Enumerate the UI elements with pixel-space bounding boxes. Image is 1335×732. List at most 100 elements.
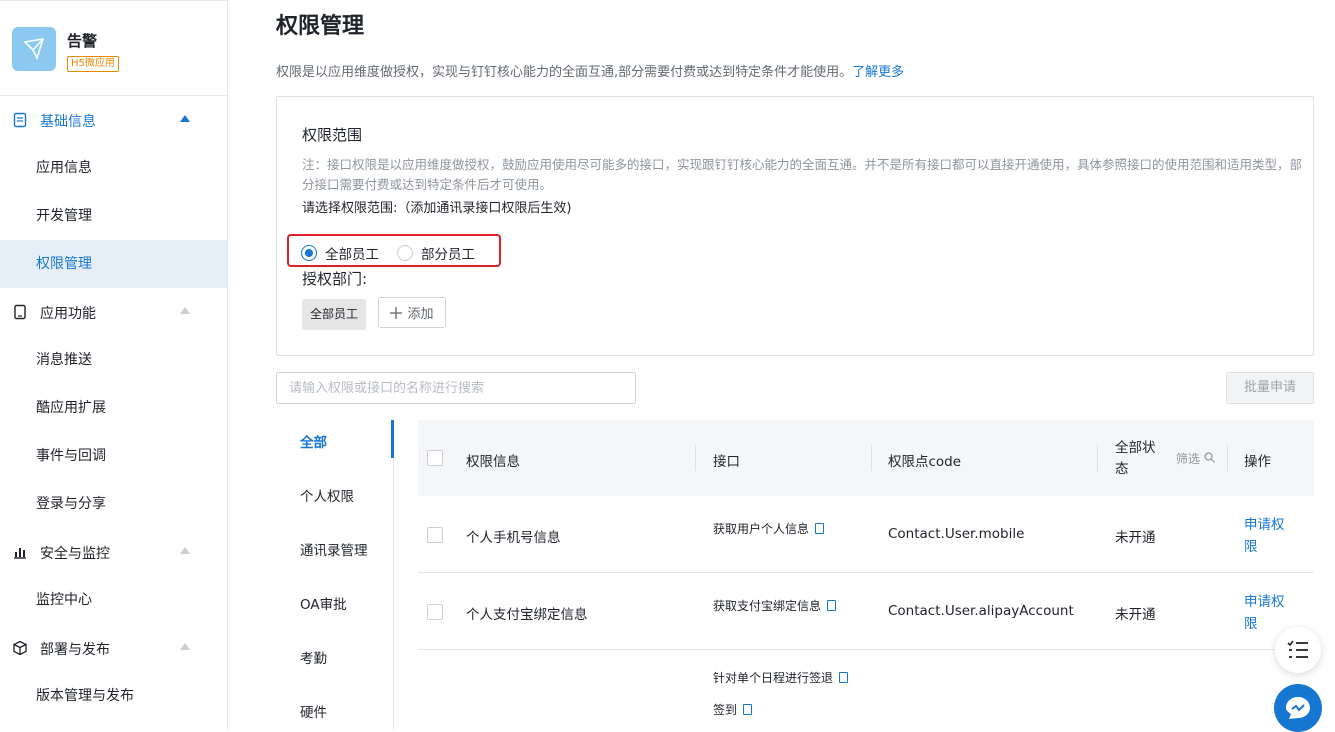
divider xyxy=(1227,445,1228,471)
permission-table: 权限信息 接口 权限点code 全部状态 筛选 操作 个人手机号信息 获取用户个… xyxy=(418,420,1314,730)
sidebar: 告警 H5微应用 基础信息 应用信息 开发管理 权限管理 应用功能 消息推送 酷… xyxy=(0,0,228,730)
search-input[interactable] xyxy=(276,372,636,404)
permission-scope-panel: 权限范围 注：接口权限是以应用维度做授权，鼓励应用使用尽可能多的接口，实现跟钉钉… xyxy=(276,96,1314,356)
learn-more-link[interactable]: 了解更多 xyxy=(852,65,904,80)
th-action: 操作 xyxy=(1244,454,1271,470)
sidebar-item-events[interactable]: 事件与回调 xyxy=(0,432,227,480)
category-oa[interactable]: OA审批 xyxy=(300,593,347,613)
nav-group-label: 基础信息 xyxy=(40,114,96,130)
add-label: 添加 xyxy=(407,307,434,322)
category-list: 全部 个人权限 通讯录管理 OA审批 考勤 硬件 xyxy=(276,420,394,730)
filter-label: 筛选 xyxy=(1176,452,1201,466)
chevron-up-icon xyxy=(180,307,190,314)
category-attendance[interactable]: 考勤 xyxy=(300,647,327,667)
sidebar-item-push[interactable]: 消息推送 xyxy=(0,336,227,384)
sidebar-item-permissions[interactable]: 权限管理 xyxy=(0,240,227,288)
app-header: 告警 H5微应用 xyxy=(0,0,227,96)
th-status[interactable]: 全部状态 xyxy=(1115,438,1161,480)
doc-icon[interactable] xyxy=(743,704,753,715)
select-all-checkbox[interactable] xyxy=(427,450,443,466)
radio-partial-staff[interactable]: 部分员工 xyxy=(397,243,475,263)
auth-dept-label: 授权部门: xyxy=(302,270,368,288)
th-api: 接口 xyxy=(713,454,740,470)
th-info: 权限信息 xyxy=(466,454,520,470)
list-menu-button[interactable] xyxy=(1275,627,1321,673)
cell-api-2[interactable]: 签到 xyxy=(713,701,753,718)
sidebar-item-dev-manage[interactable]: 开发管理 xyxy=(0,192,227,240)
search-icon xyxy=(1204,452,1215,463)
page-title: 权限管理 xyxy=(276,14,365,39)
table-row: 针对单个日程进行签退 签到 xyxy=(418,650,1314,727)
app-type-badge: H5微应用 xyxy=(67,56,119,72)
cell-info: 个人手机号信息 xyxy=(466,530,561,546)
sidebar-item-monitor[interactable]: 监控中心 xyxy=(0,576,227,624)
cell-api[interactable]: 获取用户个人信息 xyxy=(713,520,825,537)
cell-status: 未开通 xyxy=(1115,607,1156,623)
plus-icon xyxy=(390,306,403,319)
nav-group-app-features[interactable]: 应用功能 xyxy=(0,288,227,336)
sidebar-item-versions[interactable]: 版本管理与发布 xyxy=(0,672,227,720)
sidebar-item-app-info[interactable]: 应用信息 xyxy=(0,144,227,192)
api-name: 获取支付宝绑定信息 xyxy=(713,599,822,613)
radio-label: 部分员工 xyxy=(421,247,475,263)
cell-code: Contact.User.alipayAccount xyxy=(888,603,1074,619)
dept-tag: 全部员工 xyxy=(302,299,366,330)
radio-circle xyxy=(301,245,317,261)
cell-info: 个人支付宝绑定信息 xyxy=(466,607,588,623)
status-filter[interactable]: 筛选 xyxy=(1176,450,1215,467)
batch-apply-button[interactable]: 批量申请 xyxy=(1226,372,1314,404)
row-checkbox[interactable] xyxy=(427,527,443,543)
cell-api[interactable]: 针对单个日程进行签退 xyxy=(713,669,849,686)
api-name: 签到 xyxy=(713,703,738,717)
table-row: 个人手机号信息 获取用户个人信息 Contact.User.mobile 未开通… xyxy=(418,496,1314,573)
radio-label: 全部员工 xyxy=(325,247,379,263)
apply-permission-link[interactable]: 申请权限 xyxy=(1244,514,1292,558)
table-header: 权限信息 接口 权限点code 全部状态 筛选 操作 xyxy=(418,420,1314,496)
doc-icon[interactable] xyxy=(815,523,825,534)
scope-title: 权限范围 xyxy=(302,126,363,144)
active-indicator xyxy=(391,420,394,458)
radio-all-staff[interactable]: 全部员工 xyxy=(301,243,379,263)
chat-icon xyxy=(1286,697,1310,719)
bar-chart-icon xyxy=(14,548,26,559)
list-icon xyxy=(1287,640,1308,658)
cube-icon xyxy=(13,640,27,656)
sidebar-item-cool-app[interactable]: 酷应用扩展 xyxy=(0,384,227,432)
category-all[interactable]: 全部 xyxy=(300,431,327,451)
category-contacts[interactable]: 通讯录管理 xyxy=(300,539,368,559)
divider xyxy=(871,445,872,471)
doc-icon[interactable] xyxy=(839,672,849,683)
doc-icon[interactable] xyxy=(827,600,837,611)
cell-api[interactable]: 获取支付宝绑定信息 xyxy=(713,597,837,614)
sidebar-item-login-share[interactable]: 登录与分享 xyxy=(0,480,227,528)
cell-status: 未开通 xyxy=(1115,530,1156,546)
api-name: 针对单个日程进行签退 xyxy=(713,671,834,685)
cell-code: Contact.User.mobile xyxy=(888,526,1025,542)
chevron-up-icon xyxy=(180,115,190,122)
radio-circle xyxy=(397,245,413,261)
nav-group-label: 部署与发布 xyxy=(40,642,110,658)
api-name: 获取用户个人信息 xyxy=(713,522,810,536)
phone-icon xyxy=(14,304,26,320)
category-personal[interactable]: 个人权限 xyxy=(300,485,354,505)
page-description: 权限是以应用维度做授权，实现与钉钉核心能力的全面互通,部分需要付费或达到特定条件… xyxy=(276,61,904,80)
nav-group-label: 安全与监控 xyxy=(40,546,110,562)
apply-permission-link[interactable]: 申请权限 xyxy=(1244,591,1292,635)
nav-group-basic-info[interactable]: 基础信息 xyxy=(0,96,227,144)
table-row: 个人支付宝绑定信息 获取支付宝绑定信息 Contact.User.alipayA… xyxy=(418,573,1314,650)
chat-assistant-button[interactable] xyxy=(1274,684,1322,732)
nav-group-label: 应用功能 xyxy=(40,306,96,322)
scope-prompt: 请选择权限范围:（添加通讯录接口权限后生效) xyxy=(302,201,572,216)
chevron-up-icon xyxy=(180,547,190,554)
scope-note: 注：接口权限是以应用维度做授权，鼓励应用使用尽可能多的接口，实现跟钉钉核心能力的… xyxy=(302,157,1303,192)
app-name: 告警 xyxy=(67,32,98,50)
row-checkbox[interactable] xyxy=(427,604,443,620)
add-dept-button[interactable]: 添加 xyxy=(378,297,446,328)
page-desc-text: 权限是以应用维度做授权，实现与钉钉核心能力的全面互通,部分需要付费或达到特定条件… xyxy=(276,65,853,80)
nav-group-security[interactable]: 安全与监控 xyxy=(0,528,227,576)
divider xyxy=(695,445,696,471)
nav-group-deploy[interactable]: 部署与发布 xyxy=(0,624,227,672)
document-icon xyxy=(13,112,27,128)
app-logo xyxy=(12,27,56,71)
category-hardware[interactable]: 硬件 xyxy=(300,701,327,721)
